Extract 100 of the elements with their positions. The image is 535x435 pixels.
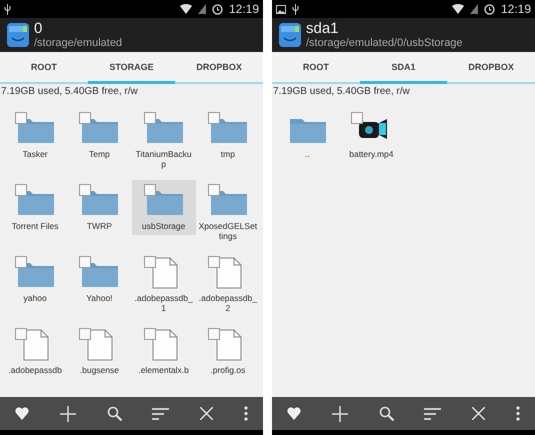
file-item[interactable]: Torrent Files [3,180,68,236]
folder-icon [290,119,326,143]
file-name: .adobepassdb_2 [198,293,258,314]
usb-icon [292,4,299,14]
file-item[interactable]: .adobepassdb_2 [196,252,260,318]
file-icon [216,330,241,360]
storage-info: 7.19GB used, 5.40GB free, r/w [272,85,411,99]
app-icon[interactable] [6,22,30,48]
checkbox[interactable] [15,184,28,196]
video-camera-icon [359,119,388,139]
folder-icon [82,263,118,287]
close-icon[interactable] [472,407,485,420]
file-icon [24,330,48,360]
file-name: yahoo [24,293,47,304]
usb-icon [4,4,11,14]
file-icon [88,330,112,360]
tab[interactable]: SDA1 [360,52,448,84]
file-item[interactable]: Tasker [3,108,68,164]
sort-icon[interactable] [152,408,170,420]
folder-icon [146,119,183,143]
file-item[interactable]: battery.mp4 [339,108,404,164]
file-name: tmp [220,149,235,160]
file-name: XposedGELSettings [198,221,258,242]
folder-path: /storage/emulated [34,37,122,50]
folder-title: sda1 [306,20,340,38]
folder-title: 0 [34,20,44,38]
file-item[interactable]: .elementalx.b [132,324,196,380]
alarm-icon [212,4,223,14]
file-name: usbStorage [142,221,186,232]
file-name: .elementalx.b [138,365,189,376]
signal-icon [198,4,206,14]
image-icon [276,4,286,14]
file-item[interactable]: .. [275,108,340,164]
tab[interactable]: ROOT [0,52,88,84]
file-name: Yahoo! [86,293,113,304]
file-name: .adobepassdb_1 [134,293,194,314]
checkbox[interactable] [208,112,220,124]
storage-info: 7.19GB used, 5.40GB free, r/w [0,85,139,99]
file-name: TWRP [86,221,112,232]
clock-time: 12:19 [500,2,531,16]
search-icon[interactable] [106,406,122,421]
heart-icon[interactable] [15,407,30,420]
close-icon[interactable] [200,407,213,420]
folder-icon [82,191,118,215]
checkbox[interactable] [208,328,220,340]
more-icon[interactable] [516,406,520,421]
file-icon [152,330,177,360]
checkbox[interactable] [144,256,156,268]
checkbox[interactable] [79,256,92,268]
add-icon[interactable] [60,406,76,422]
file-item[interactable]: usbStorage [132,180,196,236]
tab[interactable]: STORAGE [88,52,176,84]
checkbox[interactable] [144,112,156,124]
checkbox[interactable] [15,112,28,124]
file-icon [216,258,241,288]
file-item[interactable]: yahoo [3,252,68,308]
file-item[interactable]: XposedGELSettings [196,180,260,246]
wifi-icon [452,4,464,14]
file-name: TitaniumBackup [134,149,193,170]
file-item[interactable]: .bugsense [67,324,132,380]
search-icon[interactable] [378,406,394,421]
checkbox[interactable] [144,328,156,340]
checkbox[interactable] [208,184,220,196]
add-icon[interactable] [332,406,348,422]
file-name: battery.mp4 [349,149,394,160]
heart-icon[interactable] [287,407,302,420]
tab[interactable]: DROPBOX [447,52,535,84]
file-item[interactable]: tmp [196,108,260,164]
file-name: .. [304,149,310,160]
signal-icon [470,4,478,14]
file-item[interactable]: TWRP [67,180,132,236]
tab[interactable]: ROOT [272,52,360,84]
file-name: Tasker [22,149,48,160]
app-icon[interactable] [278,22,302,48]
file-name: .profig.os [210,365,246,376]
folder-icon [146,191,183,215]
more-icon[interactable] [244,406,248,421]
checkbox[interactable] [15,328,28,340]
file-item[interactable]: TitaniumBackup [132,108,196,174]
checkbox[interactable] [15,256,28,268]
checkbox[interactable] [79,184,92,196]
checkbox[interactable] [208,256,220,268]
folder-icon [18,263,54,287]
file-item[interactable]: Yahoo! [67,252,132,308]
file-name: .adobepassdb [8,365,62,376]
folder-icon [210,191,247,215]
clock-time: 12:19 [228,2,259,16]
checkbox[interactable] [144,184,156,196]
file-item[interactable]: .adobepassdb_1 [132,252,196,318]
file-name: .bugsense [80,365,119,376]
sort-icon[interactable] [424,408,442,420]
checkbox[interactable] [79,112,92,124]
folder-icon [18,119,54,143]
file-item[interactable]: .adobepassdb [3,324,68,380]
file-item[interactable]: .profig.os [196,324,260,380]
file-item[interactable]: Temp [67,108,132,164]
checkbox[interactable] [79,328,92,340]
folder-icon [18,191,54,215]
tab[interactable]: DROPBOX [175,52,264,84]
checkbox[interactable] [351,112,364,124]
